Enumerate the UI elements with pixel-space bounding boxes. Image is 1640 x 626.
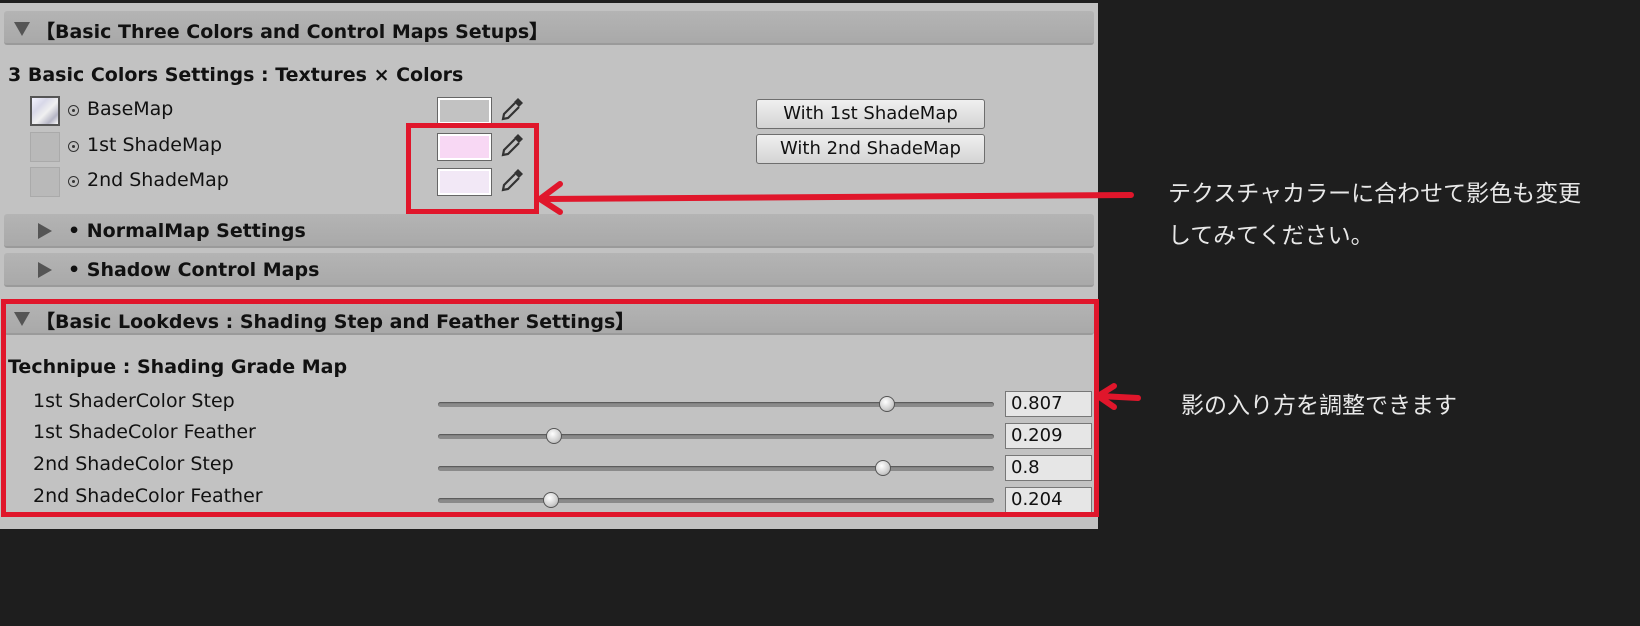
normalmap-label: • NormalMap Settings — [68, 220, 306, 242]
2nd-shademap-texture-slot[interactable] — [30, 167, 60, 197]
color-note-line1: テクスチャカラーに合わせて影色も変更 — [1168, 181, 1582, 207]
2nd-shademap-label: 2nd ShadeMap — [87, 169, 229, 191]
foldout-expanded-icon — [14, 22, 30, 36]
1st-shademap-label: 1st ShadeMap — [87, 134, 223, 156]
basic-three-colors-foldout[interactable]: 【Basic Three Colors and Control Maps Set… — [4, 11, 1094, 45]
step-note: 影の入り方を調整できます — [1181, 393, 1457, 419]
lookdevs-highlight-box — [1, 299, 1099, 517]
with-1st-shademap-button[interactable]: With 1st ShadeMap — [756, 99, 985, 129]
arrow-icon — [1095, 383, 1141, 410]
normalmap-foldout[interactable]: • NormalMap Settings — [4, 214, 1094, 248]
shadow-control-maps-foldout[interactable]: • Shadow Control Maps — [4, 253, 1094, 287]
foldout-label: 【Basic Three Colors and Control Maps Set… — [36, 21, 549, 43]
object-picker-icon[interactable] — [68, 141, 79, 152]
color-note: テクスチャカラーに合わせて影色も変更 してみてください。 — [1168, 173, 1581, 257]
basemap-color-swatch[interactable] — [437, 97, 492, 125]
basemap-label: BaseMap — [87, 98, 174, 120]
object-picker-icon[interactable] — [68, 176, 79, 187]
1st-shademap-texture-slot[interactable] — [30, 132, 60, 162]
with-2nd-shademap-button[interactable]: With 2nd ShadeMap — [756, 134, 985, 164]
eyedropper-icon[interactable] — [498, 95, 526, 123]
object-picker-icon[interactable] — [68, 105, 79, 116]
foldout-collapsed-icon — [38, 262, 52, 278]
basic-colors-title: 3 Basic Colors Settings : Textures × Col… — [8, 64, 464, 86]
foldout-collapsed-icon — [38, 223, 52, 239]
basemap-texture-slot[interactable] — [30, 96, 60, 126]
color-note-line2: してみてください。 — [1168, 223, 1374, 249]
color-swatch-highlight-box — [406, 123, 539, 214]
shadow-control-label: • Shadow Control Maps — [68, 259, 320, 281]
